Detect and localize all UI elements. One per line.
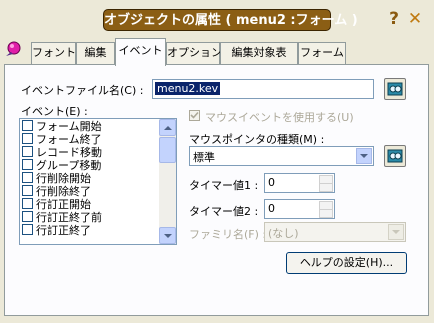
list-item[interactable]: 行削除終了	[22, 185, 91, 198]
event-checkbox[interactable]	[22, 224, 33, 235]
list-item[interactable]: グループ移動	[22, 159, 101, 172]
list-item[interactable]: フォーム終了	[22, 133, 102, 146]
list-item[interactable]: フォーム開始	[22, 120, 102, 133]
timer1-label: タイマー値1 :	[189, 179, 259, 192]
event-checkbox[interactable]	[22, 172, 33, 183]
list-item[interactable]: 行訂正終了前	[22, 211, 102, 224]
event-file-label: イベントファイル名(C) :	[21, 84, 144, 97]
events-scrollbar[interactable]	[159, 119, 176, 244]
timer2-value: 0	[268, 202, 275, 215]
app-logo-icon	[3, 40, 23, 60]
family-value: (なし)	[268, 227, 299, 240]
mouse-pointer-select[interactable]: 標準	[189, 146, 374, 166]
timer2-spin-down[interactable]	[319, 209, 333, 218]
family-label: ファミリ名(F) :	[189, 228, 267, 241]
event-checkbox[interactable]	[22, 159, 33, 170]
timer1-spinner[interactable]: 0	[264, 173, 335, 193]
mouse-pointer-value: 標準	[193, 151, 215, 164]
tab-form[interactable]: フォーム	[298, 42, 346, 64]
event-checkbox[interactable]	[22, 146, 33, 157]
arrow-up-icon	[164, 126, 172, 130]
mouse-pointer-label: マウスポインタの種類(M) :	[189, 133, 325, 146]
window-title: オブジェクトの属性 ( menu2 :フォーム )	[103, 9, 358, 31]
list-item[interactable]: 行訂正終了	[22, 224, 91, 237]
event-checkbox[interactable]	[22, 198, 33, 209]
list-item[interactable]: 行削除開始	[22, 172, 91, 185]
binoculars-icon	[387, 149, 403, 163]
events-listbox[interactable]: フォーム開始 フォーム終了 レコード移動 グループ移動 行削除開始 行削除終了 …	[19, 118, 177, 245]
timer2-spinner[interactable]: 0	[264, 199, 335, 219]
event-checkbox[interactable]	[22, 133, 33, 144]
event-file-input[interactable]: menu2.kev	[152, 79, 374, 99]
timer1-spin-down[interactable]	[319, 183, 333, 192]
mouse-pointer-browse-button[interactable]	[384, 145, 406, 167]
events-label: イベント(E) :	[21, 105, 88, 118]
help-button[interactable]: ?	[384, 9, 404, 29]
event-checkbox[interactable]	[22, 120, 33, 131]
list-item[interactable]: レコード移動	[22, 146, 102, 159]
tab-edit-target-table[interactable]: 編集対象表	[220, 42, 298, 64]
tab-font[interactable]: フォント	[31, 42, 76, 64]
list-item[interactable]: 行訂正開始	[22, 198, 91, 211]
help-setting-button[interactable]: ヘルプの設定(H)...	[286, 252, 407, 274]
event-checkbox[interactable]	[22, 185, 33, 196]
close-button[interactable]: ✕	[405, 9, 425, 29]
event-checkbox[interactable]	[22, 211, 33, 222]
scroll-down-button[interactable]	[159, 227, 176, 244]
mouse-event-checkbox[interactable]	[189, 110, 200, 121]
chevron-down-icon	[392, 230, 400, 234]
chevron-down-icon	[360, 154, 368, 158]
event-file-browse-button[interactable]	[384, 78, 406, 100]
tab-event[interactable]: イベント	[115, 38, 166, 66]
binoculars-icon	[387, 82, 403, 96]
family-select[interactable]: (なし)	[264, 222, 406, 242]
arrow-down-icon	[164, 234, 172, 238]
tab-edit[interactable]: 編集	[76, 42, 115, 64]
mouse-event-label: マウスイベントを使用する(U)	[205, 111, 354, 124]
scroll-thumb[interactable]	[159, 137, 176, 163]
family-dropdown-button[interactable]	[388, 224, 404, 240]
scroll-up-button[interactable]	[159, 119, 176, 136]
timer1-value: 0	[268, 176, 275, 189]
timer2-label: タイマー値2 :	[189, 205, 259, 218]
checkmark-icon	[190, 111, 199, 119]
mouse-pointer-dropdown-button[interactable]	[356, 148, 372, 164]
event-file-value: menu2.kev	[155, 82, 221, 95]
tab-option[interactable]: オプション	[166, 42, 222, 64]
